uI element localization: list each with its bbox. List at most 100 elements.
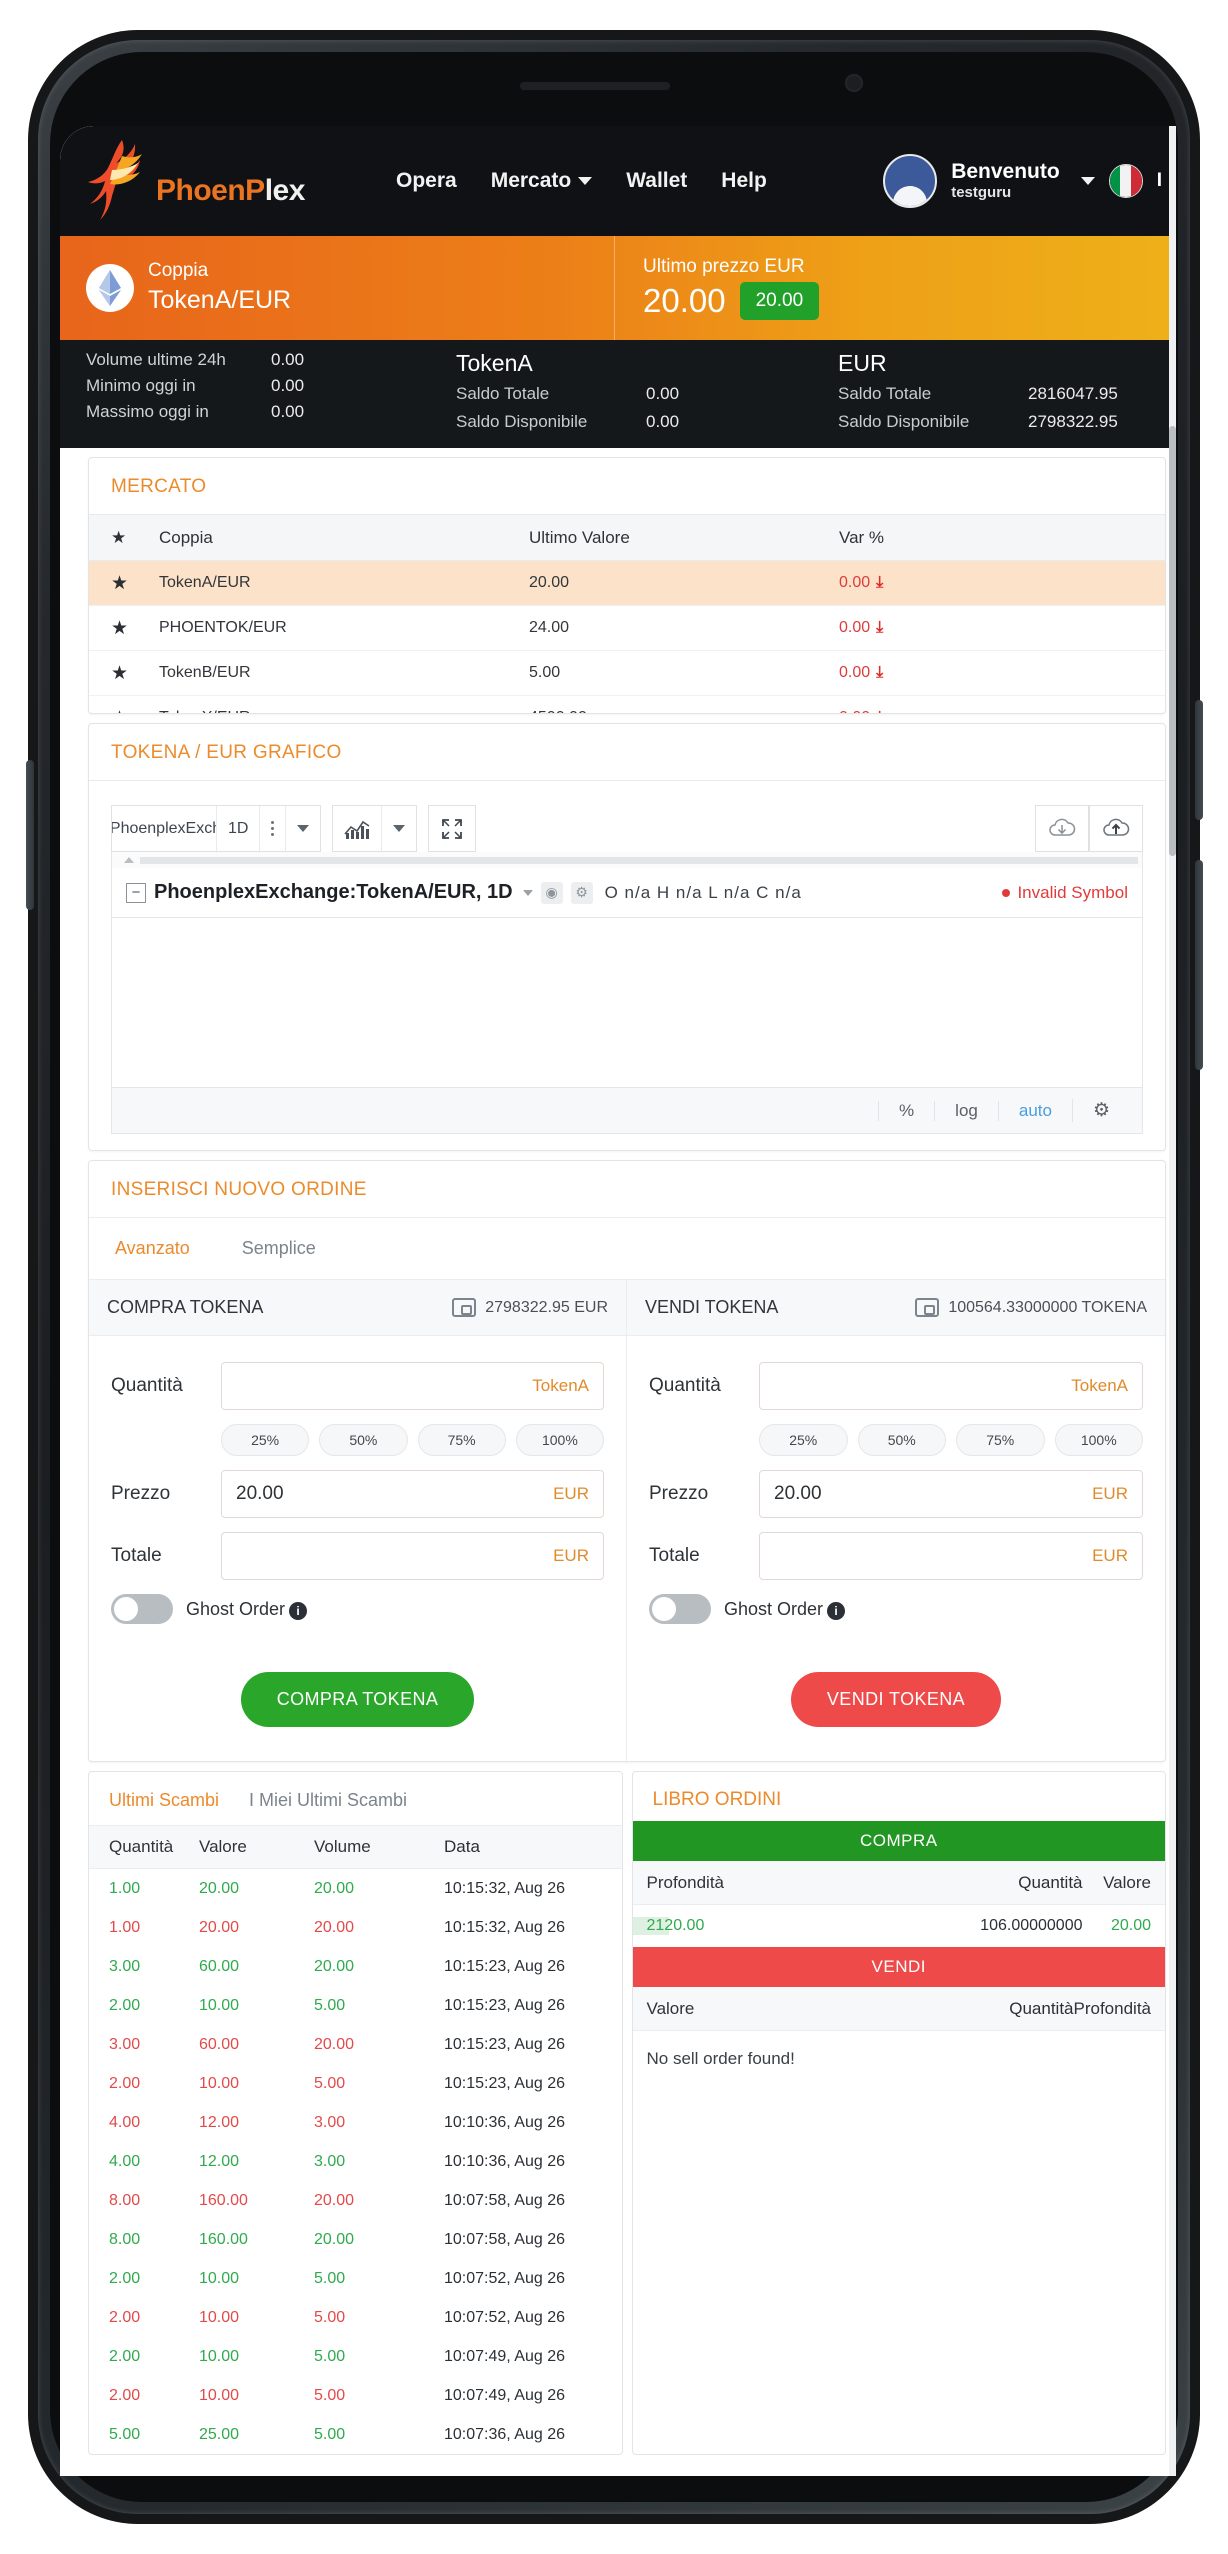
buy-percent-100[interactable]: 100% bbox=[515, 1424, 604, 1456]
tab-ultimi-scambi[interactable]: Ultimi Scambi bbox=[109, 1790, 219, 1811]
info-icon[interactable]: i bbox=[827, 1601, 846, 1620]
chart-style-chevron-down-icon[interactable] bbox=[382, 806, 416, 851]
collapse-icon[interactable]: − bbox=[126, 882, 146, 903]
buy-button[interactable]: COMPRA TOKENA bbox=[240, 1672, 475, 1727]
trade-date: 10:07:36, Aug 26 bbox=[444, 2425, 565, 2443]
buy-ghost-order-row: Ghost Order i bbox=[111, 1594, 604, 1624]
sell-button[interactable]: VENDI TOKENA bbox=[790, 1672, 1002, 1727]
trade-volume: 20.00 bbox=[314, 1957, 355, 1975]
table-row[interactable]: 2120.00 106.00000000 20.00 bbox=[632, 1905, 1166, 1947]
user-chevron-down-icon[interactable] bbox=[1080, 177, 1095, 185]
table-row: 2.00 10.00 5.00 10:07:49, Aug 26 bbox=[89, 2376, 622, 2415]
chart-symbol-input[interactable]: PhoenplexExch bbox=[112, 806, 217, 851]
buy-price-input[interactable]: 20.00 EUR bbox=[221, 1470, 604, 1518]
chart-load-group bbox=[1035, 805, 1089, 852]
chart-log-toggle[interactable]: log bbox=[934, 1100, 998, 1121]
chart-candles-icon[interactable] bbox=[333, 806, 383, 851]
favorite-star-icon[interactable]: ★ bbox=[89, 662, 159, 685]
chart-legend-symbol[interactable]: PhoenplexExchange:TokenA/EUR, 1D bbox=[154, 881, 513, 904]
chart-auto-toggle[interactable]: auto bbox=[997, 1100, 1072, 1121]
sell-ghost-order-toggle[interactable] bbox=[649, 1594, 711, 1624]
sell-total-input[interactable]: EUR bbox=[759, 1532, 1143, 1580]
brand-logo-text: PhoenPlex bbox=[156, 174, 305, 208]
stat-row: Saldo Disponibile 0.00 bbox=[456, 412, 812, 432]
buy-percent-50[interactable]: 50% bbox=[319, 1424, 408, 1456]
visibility-eye-icon[interactable]: ◉ bbox=[540, 881, 563, 904]
table-row[interactable]: ★ TokenB/EUR 5.00 0.00 ⤓ bbox=[89, 651, 1165, 696]
favorite-star-icon[interactable]: ★ bbox=[89, 707, 159, 714]
sell-price-input[interactable]: 20.00 EUR bbox=[759, 1470, 1143, 1518]
gear-icon[interactable]: ⚙ bbox=[570, 881, 593, 904]
chart-interval-button[interactable]: 1D bbox=[217, 806, 261, 851]
brand-logo[interactable]: PhoenPlex bbox=[82, 136, 382, 226]
market-col-last[interactable]: Ultimo Valore bbox=[529, 528, 839, 548]
cloud-download-icon[interactable] bbox=[1036, 806, 1088, 851]
phoenix-logo-icon bbox=[88, 140, 142, 220]
chart-hscrollbar[interactable] bbox=[111, 852, 1143, 868]
tab-semplice[interactable]: Semplice bbox=[216, 1218, 342, 1279]
last-price-badge: 20.00 bbox=[739, 282, 820, 320]
buy-percent-75[interactable]: 75% bbox=[417, 1424, 506, 1456]
market-card: MERCATO ★ Coppia Ultimo Valore Var % ★ T… bbox=[88, 457, 1166, 714]
page-scrollbar-thumb[interactable] bbox=[1169, 426, 1176, 856]
market-col-pair[interactable]: Coppia bbox=[159, 528, 529, 548]
chart-more-icon[interactable] bbox=[260, 806, 287, 851]
trade-volume: 20.00 bbox=[314, 2191, 355, 2209]
tab-avanzato[interactable]: Avanzato bbox=[89, 1218, 216, 1279]
chart-scroll-arrow-icon[interactable] bbox=[124, 857, 134, 863]
brand-logo-text-b: lex bbox=[264, 174, 306, 207]
power-button[interactable] bbox=[1195, 860, 1203, 1070]
favorite-star-icon[interactable]: ★ bbox=[89, 572, 159, 595]
market-col-star[interactable]: ★ bbox=[89, 528, 159, 548]
table-row: 2.00 10.00 5.00 10:07:52, Aug 26 bbox=[89, 2259, 622, 2298]
trade-qty: 2.00 bbox=[109, 2308, 141, 2326]
volume-button[interactable] bbox=[1195, 700, 1203, 820]
buy-ghost-order-toggle[interactable] bbox=[111, 1594, 173, 1624]
market-row-var: 0.00 ⤓ bbox=[839, 574, 1165, 592]
flag-italy-icon[interactable] bbox=[1108, 164, 1143, 198]
market-col-var[interactable]: Var % bbox=[839, 528, 1165, 548]
fullscreen-icon[interactable] bbox=[429, 806, 475, 851]
trade-volume: 5.00 bbox=[314, 2308, 346, 2326]
nav-item-help[interactable]: Help bbox=[721, 169, 767, 193]
market-row-last: 5.00 bbox=[529, 664, 561, 681]
chart-legend-chevron-down-icon[interactable] bbox=[522, 889, 533, 896]
nav-item-opera[interactable]: Opera bbox=[396, 169, 457, 193]
table-row[interactable]: ★ TokenX/EUR 4500.00 0.00 ⤓ bbox=[89, 696, 1165, 714]
sell-percent-100[interactable]: 100% bbox=[1054, 1424, 1143, 1456]
info-icon[interactable]: i bbox=[289, 1601, 308, 1620]
chart-percent-toggle[interactable]: % bbox=[878, 1100, 934, 1121]
table-row[interactable]: ★ PHOENTOK/EUR 24.00 0.00 ⤓ bbox=[89, 606, 1165, 651]
nav-item-mercato[interactable]: Mercato bbox=[491, 169, 593, 193]
trade-volume: 5.00 bbox=[314, 2386, 346, 2404]
trade-value: 25.00 bbox=[199, 2425, 240, 2443]
market-row-var: 0.00 ⤓ bbox=[839, 709, 1165, 713]
sell-percent-25[interactable]: 25% bbox=[759, 1424, 848, 1456]
buy-qty-input[interactable]: TokenA bbox=[221, 1362, 604, 1410]
buy-percent-25[interactable]: 25% bbox=[221, 1424, 310, 1456]
recent-trades-panel: Ultimi Scambi I Miei Ultimi Scambi Quant… bbox=[88, 1771, 623, 2455]
trades-col-value: Valore bbox=[199, 1837, 247, 1856]
buy-total-input[interactable]: EUR bbox=[221, 1532, 604, 1580]
favorite-star-icon[interactable]: ★ bbox=[89, 617, 159, 640]
left-side-button[interactable] bbox=[26, 760, 34, 910]
chart-settings-gear-icon[interactable]: ⚙ bbox=[1071, 1099, 1130, 1122]
chart-canvas[interactable] bbox=[111, 918, 1143, 1088]
order-entry-tabs: Avanzato Semplice bbox=[89, 1217, 1165, 1280]
cloud-upload-icon[interactable] bbox=[1090, 806, 1142, 851]
chart-scroll-thumb[interactable] bbox=[140, 856, 1138, 864]
table-row[interactable]: ★ TokenA/EUR 20.00 0.00 ⤓ bbox=[89, 561, 1165, 606]
sell-percent-50[interactable]: 50% bbox=[857, 1424, 946, 1456]
language-label[interactable]: I bbox=[1157, 170, 1162, 192]
tab-miei-ultimi-scambi[interactable]: I Miei Ultimi Scambi bbox=[249, 1790, 407, 1811]
chart-more-chevron-down-icon[interactable] bbox=[286, 806, 320, 851]
nav-item-wallet[interactable]: Wallet bbox=[626, 169, 687, 193]
table-row: 8.00 160.00 20.00 10:07:58, Aug 26 bbox=[89, 2220, 622, 2259]
page-scrollbar[interactable] bbox=[1169, 126, 1176, 2476]
buy-total-suffix: EUR bbox=[553, 1546, 589, 1565]
sell-qty-input[interactable]: TokenA bbox=[759, 1362, 1143, 1410]
sell-percent-75[interactable]: 75% bbox=[956, 1424, 1045, 1456]
buy-ghost-order-text: Ghost Order bbox=[186, 1598, 286, 1619]
user-menu[interactable]: Benvenuto testguru I bbox=[883, 126, 1162, 236]
table-row: 3.00 60.00 20.00 10:15:23, Aug 26 bbox=[89, 1947, 622, 1986]
